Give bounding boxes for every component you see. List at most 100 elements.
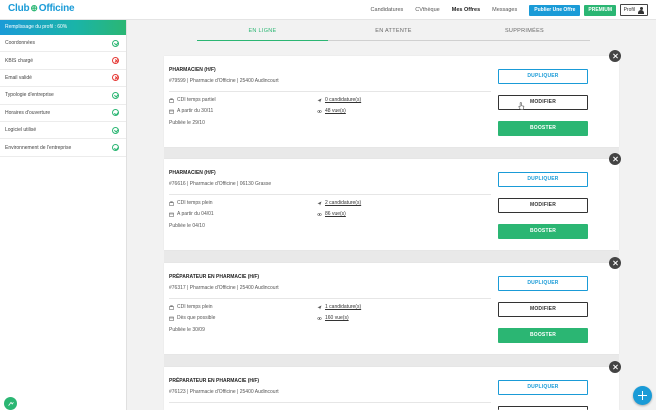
logo-text-left: Club <box>8 3 30 14</box>
sidebar-item-horaires[interactable]: Horaires d'ouverture <box>0 105 126 122</box>
offer-title: PHARMACIEN (H/F) <box>169 67 216 73</box>
nav-candidatures[interactable]: Candidatures <box>371 4 404 16</box>
offer-reference: #79599 | Pharmacie d'Officine | 25400 Au… <box>169 78 279 84</box>
start-date-text: A partir du 30/11 <box>177 108 214 114</box>
sidebar-item-logiciel[interactable]: Logiciel utilisé <box>0 122 126 140</box>
profile-button[interactable]: Profil <box>619 4 648 16</box>
profile-completion-bar: Remplissage du profil : 60% <box>0 20 126 35</box>
main-nav: Candidatures CVthèque Mes Offres Message… <box>371 4 616 16</box>
calendar-icon <box>169 212 174 217</box>
modify-button[interactable]: MODIFIER <box>498 95 588 110</box>
divider <box>169 194 491 195</box>
offer-published: Publiée le 30/09 <box>169 327 205 333</box>
briefcase-icon <box>169 304 174 310</box>
chat-button[interactable] <box>4 397 17 410</box>
sidebar-item-label: Horaires d'ouverture <box>5 109 51 116</box>
applications-link[interactable]: 0 candidature(s) <box>325 97 361 103</box>
card-separator <box>164 250 619 263</box>
offer-views[interactable]: 48 vue(s) <box>317 108 346 114</box>
offer-views[interactable]: 86 vue(s) <box>317 211 346 217</box>
close-offer-button[interactable] <box>609 153 621 165</box>
sidebar-item-environnement[interactable]: Environnement de l'entreprise <box>0 139 126 157</box>
check-circle-icon <box>112 126 119 134</box>
duplicate-button[interactable]: DUPLIQUER <box>498 276 588 291</box>
boost-button[interactable]: BOOSTER <box>498 328 588 343</box>
error-circle-icon <box>112 57 119 65</box>
tab-en-ligne[interactable]: EN LIGNE <box>197 24 328 41</box>
contract-text: CDI temps plein <box>177 304 213 310</box>
duplicate-button[interactable]: DUPLIQUER <box>498 69 588 84</box>
card-separator <box>164 354 619 367</box>
duplicate-button[interactable]: DUPLIQUER <box>498 380 588 395</box>
nav-mes-offres[interactable]: Mes Offres <box>452 4 480 16</box>
close-offer-button[interactable] <box>609 361 621 373</box>
offer-applications[interactable]: 0 candidature(s) <box>317 97 361 103</box>
close-offer-button[interactable] <box>609 50 621 62</box>
logo-plus-icon: ⊕ <box>30 3 38 13</box>
start-date-text: A partir du 04/01 <box>177 211 214 217</box>
chat-icon <box>7 401 14 406</box>
offer-title: PHARMACIEN (H/F) <box>169 170 216 176</box>
offer-start: A partir du 04/01 <box>169 211 214 217</box>
send-icon <box>317 305 322 309</box>
offer-card: PHARMACIEN (H/F) #79599 | Pharmacie d'Of… <box>164 50 621 147</box>
offer-applications[interactable]: 2 candidature(s) <box>317 200 361 206</box>
boost-button[interactable]: BOOSTER <box>498 121 588 136</box>
sidebar-item-kbis[interactable]: KBIS chargé <box>0 52 126 70</box>
applications-link[interactable]: 1 candidature(s) <box>325 304 361 310</box>
views-link[interactable]: 86 vue(s) <box>325 211 346 217</box>
sidebar-item-label: Environnement de l'entreprise <box>5 144 72 151</box>
applications-link[interactable]: 2 candidature(s) <box>325 200 361 206</box>
close-offer-button[interactable] <box>609 257 621 269</box>
duplicate-button[interactable]: DUPLIQUER <box>498 172 588 187</box>
divider <box>169 402 491 403</box>
tab-en-attente[interactable]: EN ATTENTE <box>328 24 459 41</box>
modify-button[interactable] <box>498 406 588 410</box>
boost-button[interactable]: BOOSTER <box>498 224 588 239</box>
calendar-icon <box>169 316 174 321</box>
offer-title: PRÉPARATEUR EN PHARMACIE (H/F) <box>169 274 260 280</box>
profile-label: Profil <box>623 7 635 13</box>
add-offer-fab-button[interactable] <box>633 386 652 405</box>
start-date-text: Dès que possible <box>177 315 216 321</box>
contract-text: CDI temps partiel <box>177 97 216 103</box>
nav-messages[interactable]: Messages <box>492 4 517 16</box>
profile-sidebar: Remplissage du profil : 60% Coordonnées … <box>0 20 127 410</box>
club-officine-logo[interactable]: Club ⊕ Officine <box>8 3 75 14</box>
sidebar-item-label: KBIS chargé <box>5 57 34 64</box>
sidebar-item-email[interactable]: Email validé <box>0 70 126 88</box>
offer-views[interactable]: 160 vue(s) <box>317 315 349 321</box>
briefcase-icon <box>169 200 174 206</box>
divider <box>169 298 491 299</box>
briefcase-icon <box>169 97 174 103</box>
sidebar-item-label: Coordonnées <box>5 40 36 47</box>
error-circle-icon <box>112 74 119 82</box>
nav-cvtheque[interactable]: CVthèque <box>415 4 439 16</box>
logo-text-right: Officine <box>38 3 75 14</box>
sidebar-item-label: Typologie d'entreprise <box>5 92 54 99</box>
offer-card: PRÉPARATEUR EN PHARMACIE (H/F) #76317 | … <box>164 257 621 354</box>
tab-supprimees[interactable]: SUPPRIMÉES <box>459 24 590 41</box>
sidebar-item-coordonnees[interactable]: Coordonnées <box>0 35 126 53</box>
modify-button[interactable]: MODIFIER <box>498 198 588 213</box>
offer-title: PRÉPARATEUR EN PHARMACIE (H/F) <box>169 378 260 384</box>
modify-button[interactable]: MODIFIER <box>498 302 588 317</box>
offer-published: Publiée le 04/10 <box>169 223 205 229</box>
offer-card: PRÉPARATEUR EN PHARMACIE (H/F) #76123 | … <box>164 361 621 410</box>
user-icon <box>638 6 644 14</box>
eye-icon <box>317 109 322 113</box>
views-link[interactable]: 48 vue(s) <box>325 108 346 114</box>
sidebar-item-typologie[interactable]: Typologie d'entreprise <box>0 87 126 105</box>
offer-reference: #76317 | Pharmacie d'Officine | 25400 Au… <box>169 285 279 291</box>
premium-button[interactable]: PREMIUM <box>584 4 616 16</box>
sidebar-item-label: Logiciel utilisé <box>5 127 37 134</box>
check-circle-icon <box>112 144 119 152</box>
offer-reference: #76616 | Pharmacie d'Officine | 06130 Gr… <box>169 181 272 187</box>
views-link[interactable]: 160 vue(s) <box>325 315 349 321</box>
offer-tabs: EN LIGNE EN ATTENTE SUPPRIMÉES <box>197 24 590 41</box>
offer-contract: CDI temps partiel <box>169 97 216 103</box>
publish-offer-button[interactable]: Publier Une Offre <box>529 4 581 16</box>
hand-cursor-icon <box>518 102 525 110</box>
offer-start: Dès que possible <box>169 315 215 321</box>
offer-applications[interactable]: 1 candidature(s) <box>317 304 361 310</box>
